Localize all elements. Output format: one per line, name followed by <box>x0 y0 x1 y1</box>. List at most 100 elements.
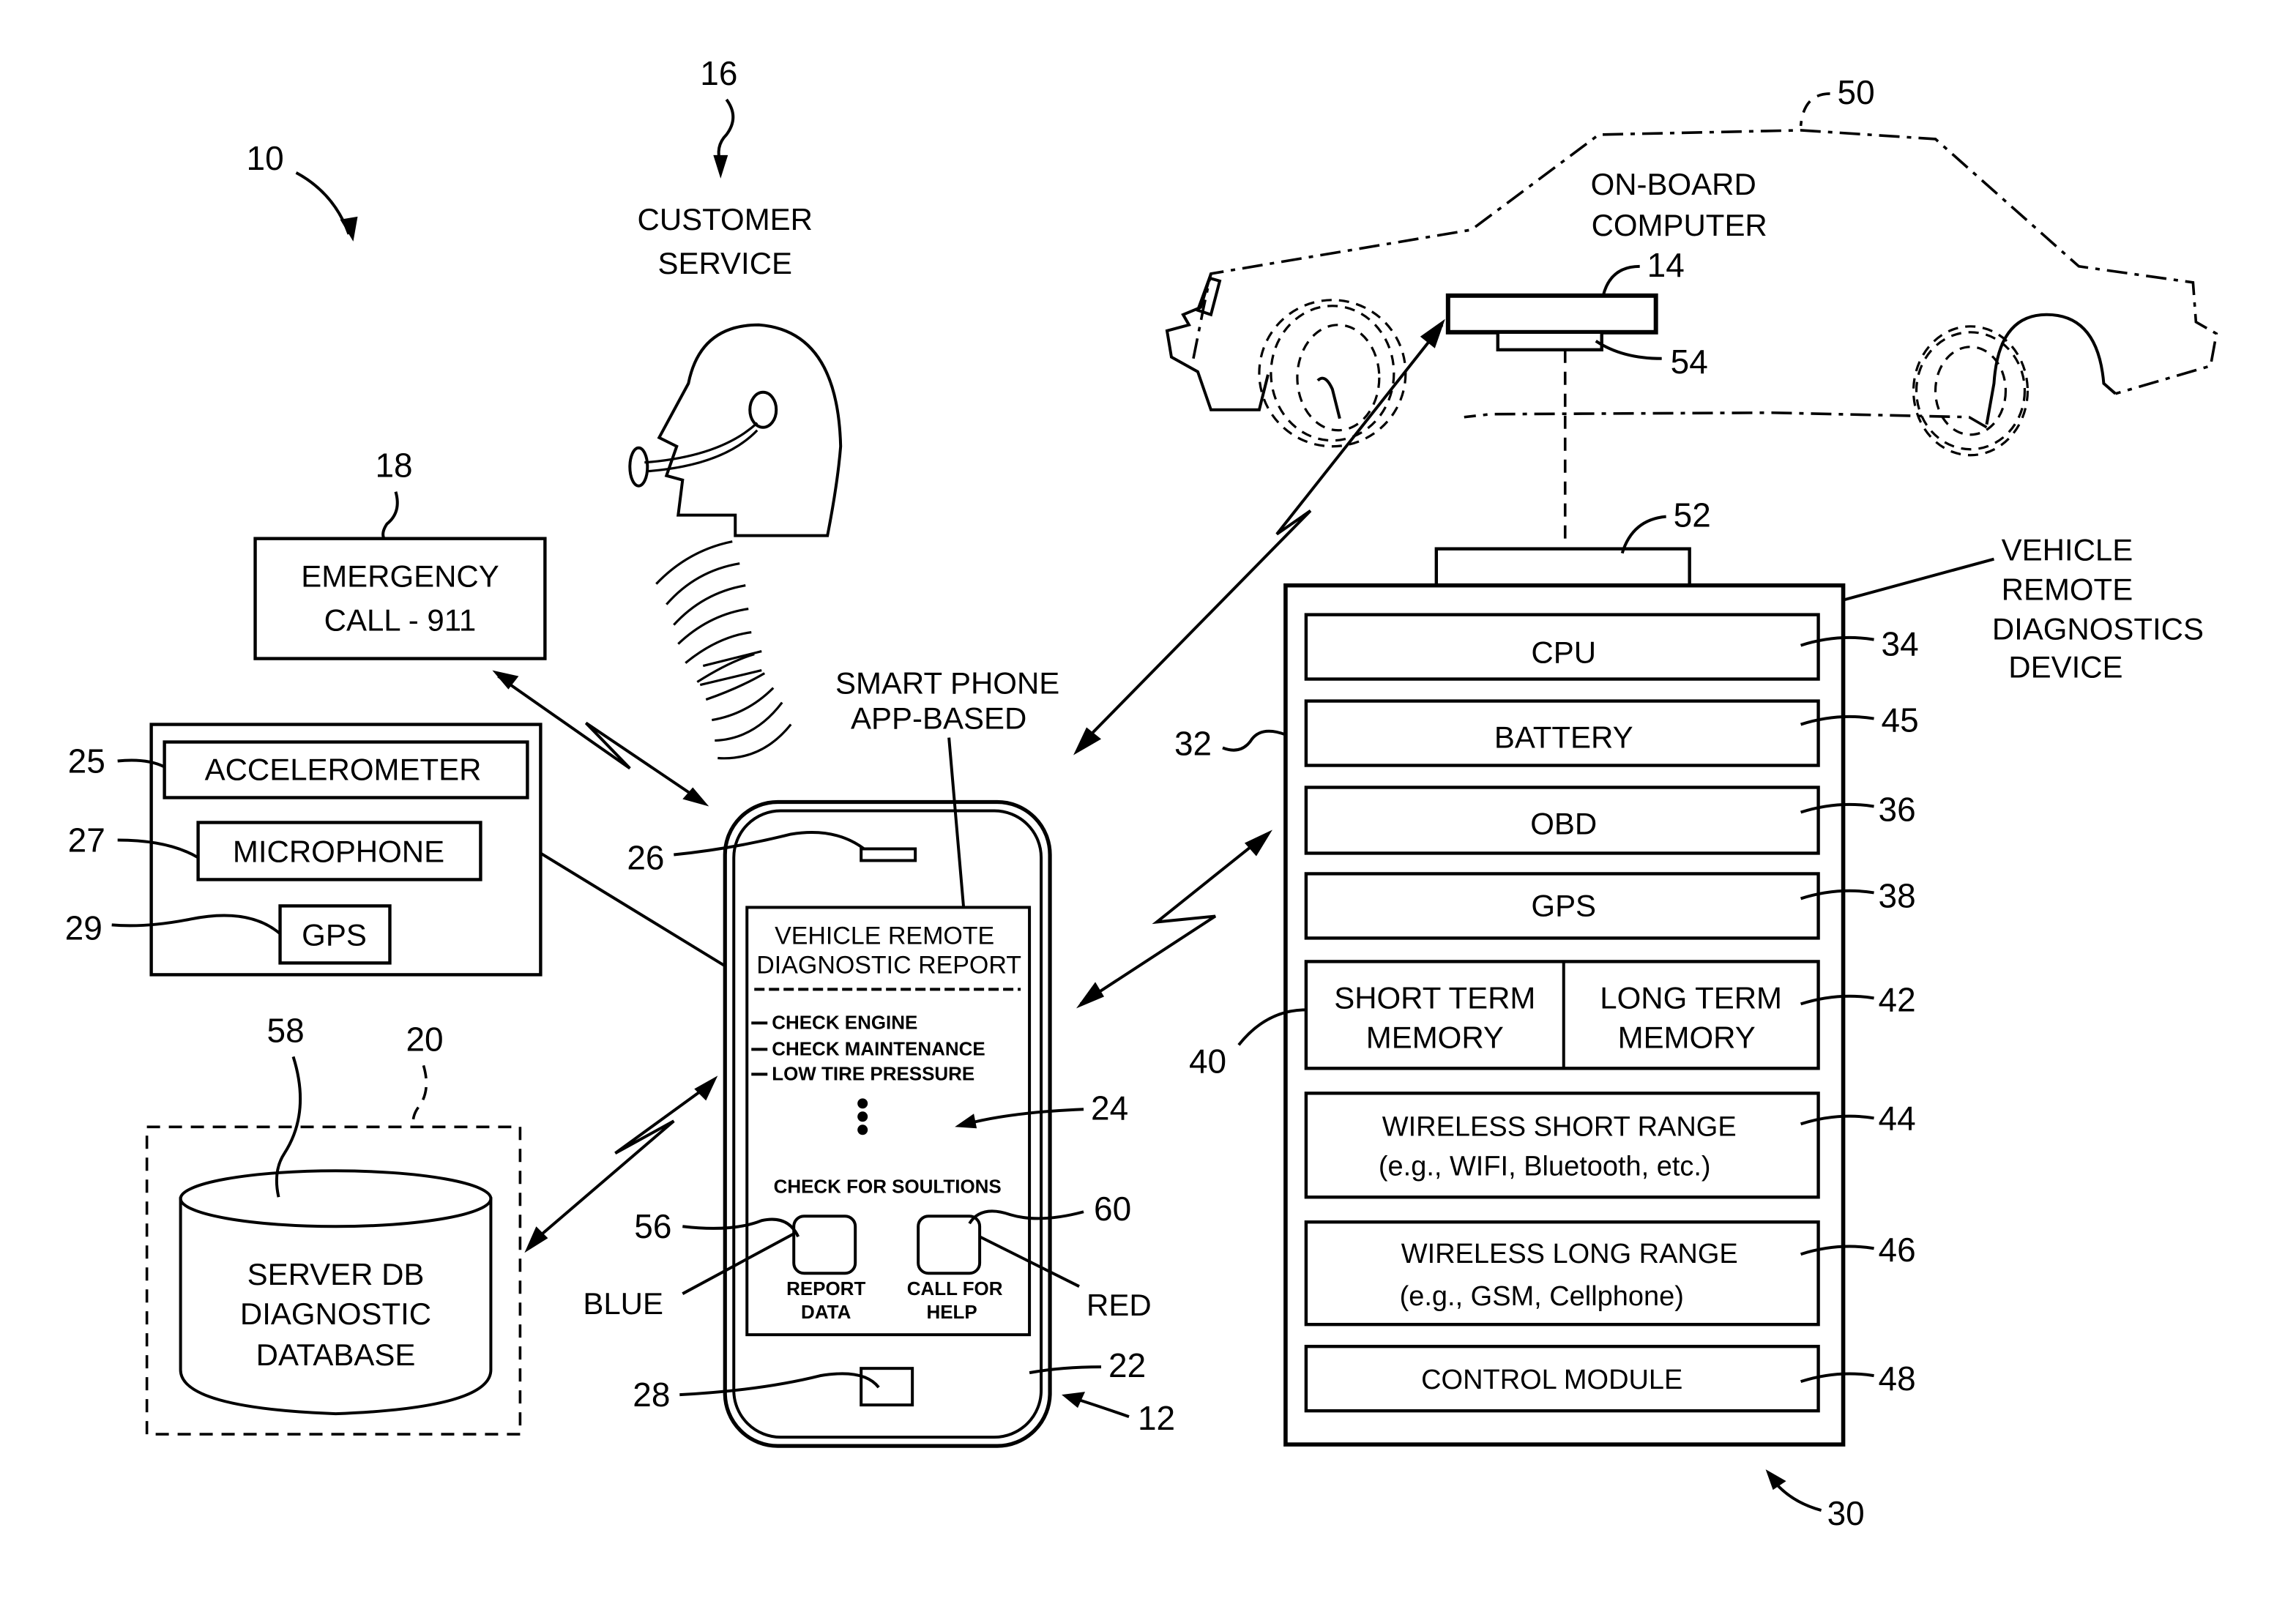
arrowhead-phone-onboard <box>1073 727 1102 756</box>
leader-26 <box>674 831 865 857</box>
microphone-label: MICROPHONE <box>233 834 444 868</box>
leader-28 <box>679 1372 880 1397</box>
wireless-long-range-line2: (e.g., GSM, Cellphone) <box>1400 1281 1684 1312</box>
leader-18 <box>381 491 399 540</box>
ref-29: 29 <box>65 909 102 947</box>
emergency-call: 18 EMERGENCY CALL - 911 <box>253 447 547 660</box>
ref-36: 36 <box>1879 790 1916 828</box>
ref-52: 52 <box>1674 496 1711 534</box>
emergency-call-box <box>253 537 547 660</box>
front-wheel-icon <box>1258 299 1407 448</box>
report-item-check-maintenance[interactable]: CHECK MAINTENANCE <box>772 1037 985 1059</box>
call-for-help-label-line2: HELP <box>926 1301 977 1323</box>
wireless-short-range-line1: WIRELESS SHORT RANGE <box>1382 1111 1737 1142</box>
ref-50: 50 <box>1838 73 1875 111</box>
ref-27: 27 <box>68 821 105 859</box>
ref-22: 22 <box>1108 1346 1146 1384</box>
leader-blue <box>682 1232 795 1295</box>
smartphone-caption-line1: SMART PHONE <box>835 666 1059 701</box>
onboard-computer-box <box>1445 293 1658 335</box>
server-database: 58 20 SERVER DB DIAGNOSTIC DATABASE <box>145 1011 522 1436</box>
report-list: CHECK ENGINE CHECK MAINTENANCE LOW TIRE … <box>751 1011 985 1084</box>
ref-38: 38 <box>1879 876 1916 914</box>
report-data-button[interactable] <box>792 1215 857 1275</box>
ref-10: 10 <box>247 139 284 177</box>
screen-title-line2: DIAGNOSTIC REPORT <box>756 951 1021 979</box>
screen-title-line1: VEHICLE REMOTE <box>775 922 994 950</box>
ref-28: 28 <box>633 1376 670 1414</box>
leader-24 <box>966 1108 1084 1126</box>
ref-14: 14 <box>1647 246 1685 284</box>
long-term-memory-line1: LONG TERM <box>1600 980 1782 1015</box>
arrowhead-16 <box>713 154 728 179</box>
battery-label: BATTERY <box>1494 720 1633 755</box>
headset-earpiece-icon <box>748 390 778 429</box>
call-for-help-button[interactable] <box>917 1215 982 1275</box>
check-solutions-label: CHECK FOR SOULTIONS <box>774 1175 1002 1197</box>
red-label: RED <box>1086 1288 1152 1322</box>
leader-32 <box>1222 729 1286 752</box>
sensor-gps-label: GPS <box>302 917 367 952</box>
server-label-line1: SERVER DB <box>247 1257 425 1291</box>
cpu-label: CPU <box>1531 635 1596 670</box>
wireless-link-phone-device <box>1079 832 1268 1006</box>
report-data-label-line1: REPORT <box>786 1277 865 1299</box>
phone-speaker-icon <box>860 847 917 862</box>
short-term-memory-line1: SHORT TERM <box>1334 980 1535 1015</box>
rear-fender-line <box>1985 313 2117 425</box>
control-module-label: CONTROL MODULE <box>1421 1365 1682 1395</box>
onboard-computer-label-line2: COMPUTER <box>1592 208 1767 242</box>
leader-14 <box>1601 264 1640 296</box>
short-term-memory-line2: MEMORY <box>1366 1020 1504 1054</box>
leader-50 <box>1799 92 1830 127</box>
device-title-line4: DEVICE <box>2008 650 2122 685</box>
ref-56: 56 <box>634 1207 671 1245</box>
wireless-short-range-line2: (e.g., WIFI, Bluetooth, etc.) <box>1379 1151 1711 1182</box>
device-title-line3: DIAGNOSTICS <box>1992 612 2204 646</box>
wireless-long-range-line1: WIRELESS LONG RANGE <box>1401 1239 1738 1269</box>
ref-20: 20 <box>406 1020 443 1058</box>
ref-26: 26 <box>627 838 664 876</box>
ref-48: 48 <box>1879 1359 1916 1398</box>
ref-32: 32 <box>1174 725 1212 763</box>
ref-58: 58 <box>267 1011 305 1049</box>
leader-10 <box>295 171 351 235</box>
server-label-line3: DATABASE <box>256 1338 416 1372</box>
more-items-ellipsis-icon <box>857 1098 868 1135</box>
arrowhead-phone-server <box>694 1075 718 1101</box>
report-item-low-tire-pressure[interactable]: LOW TIRE PRESSURE <box>772 1062 974 1084</box>
leader-16 <box>717 98 735 165</box>
customer-service: 16 CUSTOMER SERVICE <box>628 54 843 760</box>
leader-54 <box>1595 340 1662 360</box>
device-gps-label: GPS <box>1531 888 1596 922</box>
ref-54: 54 <box>1671 343 1708 381</box>
arrowhead-device <box>1244 829 1272 857</box>
emergency-label-line1: EMERGENCY <box>301 559 499 594</box>
rear-wheel-rim-icon <box>1915 331 2027 451</box>
patent-diagram: 10 16 CUSTOMER SERVICE 18 EMERGENCY CALL… <box>65 54 2218 1532</box>
arrowhead-phone-device <box>1076 982 1105 1009</box>
server-label-line2: DIAGNOSTIC <box>240 1297 431 1331</box>
device-title-line1: VEHICLE <box>2002 533 2133 567</box>
vehicle-underbody-outline <box>1464 411 1988 429</box>
smartphone: SMART PHONE APP-BASED 26 VEHICLE REMOTE … <box>583 666 1175 1448</box>
call-for-help-label-line1: CALL FOR <box>907 1277 1003 1299</box>
ref-12: 12 <box>1138 1399 1175 1437</box>
leader-60 <box>968 1209 1084 1225</box>
database-cylinder-top-icon <box>179 1169 493 1228</box>
report-item-check-engine[interactable]: CHECK ENGINE <box>772 1011 917 1033</box>
obd-port-box <box>1496 330 1603 351</box>
emergency-label-line2: CALL - 911 <box>324 603 477 638</box>
customer-service-label-line2: SERVICE <box>658 246 793 280</box>
phone-home-button[interactable] <box>860 1367 914 1407</box>
ref-25: 25 <box>68 742 105 780</box>
sensor-panel: ACCELEROMETER MICROPHONE GPS 25 27 29 <box>65 723 543 977</box>
smartphone-caption-line2: APP-BASED <box>851 701 1026 736</box>
front-fender-line <box>1316 376 1341 419</box>
ref-18: 18 <box>375 447 412 485</box>
headset-mic-icon <box>628 446 649 488</box>
ref-44: 44 <box>1879 1099 1916 1137</box>
arrowhead-30 <box>1765 1469 1786 1491</box>
long-term-memory-line2: MEMORY <box>1618 1020 1756 1054</box>
device-connector-52 <box>1434 547 1691 587</box>
